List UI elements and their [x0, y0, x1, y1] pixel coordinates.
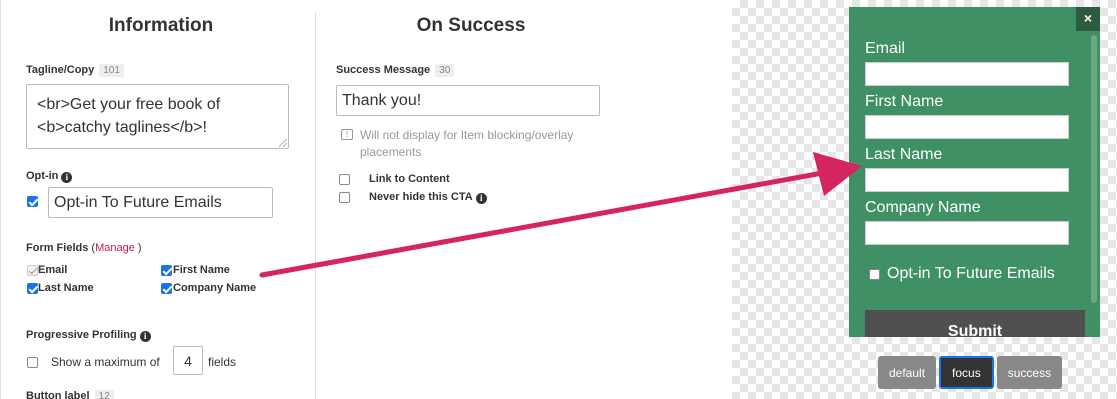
tagline-label-text: Tagline/Copy — [26, 64, 95, 76]
button-label-label: Button label 12 — [26, 390, 114, 399]
preview-optin-label: Opt-in To Future Emails — [887, 265, 1055, 282]
never-hide-cta-checkbox[interactable] — [339, 192, 350, 203]
success-message-label: Success Message 30 — [336, 64, 455, 77]
preview-email-input[interactable] — [865, 62, 1069, 86]
preview-email-label: Email — [865, 40, 906, 57]
preview-state-switcher: default focus success — [878, 356, 1063, 389]
success-message-char-count: 30 — [435, 64, 455, 77]
field-first-name-checkbox[interactable] — [161, 265, 172, 276]
field-last-name-checkbox[interactable] — [27, 283, 38, 294]
success-message-label-text: Success Message — [336, 64, 431, 76]
preview-company-name-label: Company Name — [865, 199, 981, 216]
preview-submit-button[interactable]: Submit — [865, 310, 1085, 337]
optin-text-input[interactable]: Opt-in To Future Emails — [48, 187, 273, 218]
field-company-name-label: Company Name — [173, 282, 257, 294]
state-success-button[interactable]: success — [996, 356, 1063, 389]
manage-fields-link[interactable]: Manage — [95, 242, 135, 254]
tagline-line-2: <b>catchy taglines</b>! — [37, 119, 207, 136]
info-note-icon: ! — [341, 129, 353, 140]
button-label-text: Button label — [26, 390, 90, 399]
progressive-checkbox[interactable] — [27, 357, 38, 368]
form-fields-label: Form Fields (Manage ) — [26, 242, 142, 254]
tagline-textarea[interactable]: <br>Get your free book of <b>catchy tagl… — [26, 84, 289, 149]
progressive-max-value: 4 — [184, 352, 192, 369]
info-icon[interactable]: i — [61, 172, 73, 183]
field-first-name-label: First Name — [173, 264, 230, 276]
state-focus-button[interactable]: focus — [939, 356, 994, 389]
success-note-line-1: Will not display for Item blocking/overl… — [360, 128, 574, 142]
info-icon[interactable]: i — [475, 193, 487, 204]
preview-first-name-label: First Name — [865, 93, 944, 110]
success-message-value: Thank you! — [342, 91, 422, 109]
progressive-profiling-label: Progressive Profiling i — [26, 329, 151, 342]
field-email-label: Email — [38, 264, 68, 276]
progressive-max-input[interactable]: 4 — [173, 346, 203, 375]
preview-company-name-input[interactable] — [865, 221, 1069, 245]
optin-label: Opt-in i — [26, 170, 73, 183]
field-company-name-checkbox[interactable] — [161, 283, 172, 294]
success-note-line-2: placements — [360, 145, 422, 159]
link-to-content-checkbox[interactable] — [339, 174, 350, 185]
tagline-line-1: <br>Get your free book of — [37, 96, 221, 113]
preview-first-name-input[interactable] — [865, 115, 1069, 139]
never-hide-cta-text: Never hide this CTA — [369, 191, 473, 203]
progressive-prefix: Show a maximum of — [51, 355, 160, 369]
information-heading: Information — [108, 15, 214, 36]
field-email-checkbox — [27, 265, 38, 276]
preview-last-name-input[interactable] — [865, 168, 1069, 192]
progressive-label-text: Progressive Profiling — [26, 329, 137, 341]
progressive-suffix: fields — [208, 355, 237, 369]
on-success-heading: On Success — [416, 15, 526, 36]
tagline-label: Tagline/Copy 101 — [26, 64, 124, 77]
optin-checkbox[interactable] — [27, 196, 38, 207]
state-default-button[interactable]: default — [878, 356, 937, 389]
form-preview-card: × Email First Name Last Name Company Nam… — [849, 7, 1100, 337]
preview-scrollbar[interactable] — [1091, 35, 1097, 303]
manage-close-paren: ) — [137, 242, 142, 254]
form-fields-label-text: Form Fields — [26, 242, 89, 254]
link-to-content-label: Link to Content — [369, 173, 450, 185]
optin-text-value: Opt-in To Future Emails — [54, 193, 222, 211]
settings-panel: Information Tagline/Copy 101 <br>Get your… — [0, 0, 732, 399]
resize-grip-icon[interactable] — [279, 139, 287, 147]
preview-optin-checkbox[interactable] — [869, 269, 880, 280]
column-divider — [315, 12, 316, 399]
optin-label-text: Opt-in — [26, 170, 59, 182]
success-message-input[interactable]: Thank you! — [336, 85, 600, 116]
tagline-char-count: 101 — [99, 64, 124, 77]
never-hide-cta-label: Never hide this CTA i — [369, 191, 487, 204]
preview-last-name-label: Last Name — [865, 146, 943, 163]
close-icon[interactable]: × — [1076, 7, 1100, 31]
button-label-char-count: 12 — [94, 390, 114, 399]
field-last-name-label: Last Name — [38, 282, 94, 294]
info-icon[interactable]: i — [139, 331, 151, 342]
